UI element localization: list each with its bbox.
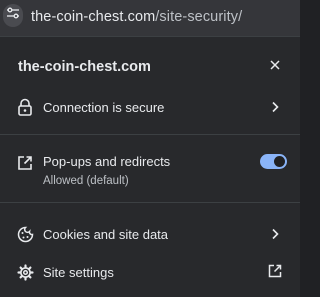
tune-icon — [6, 6, 20, 25]
connection-row[interactable]: Connection is secure — [0, 92, 300, 122]
open-in-new-icon — [268, 264, 282, 278]
popups-row[interactable]: Pop-ups and redirects Allowed (default) — [0, 145, 300, 190]
close-button[interactable] — [263, 55, 287, 79]
site-settings-row[interactable]: Site settings — [0, 257, 300, 287]
connection-label: Connection is secure — [43, 100, 165, 115]
divider — [0, 202, 300, 203]
url-path: /site-security/ — [155, 9, 243, 25]
cookies-label: Cookies and site data — [43, 227, 169, 242]
url-text[interactable]: the-coin-chest.com/site-security/ — [31, 9, 242, 25]
page-info-panel: the-coin-chest.com Connection is secure — [0, 36, 300, 297]
close-icon — [269, 58, 281, 76]
external-window-icon — [16, 154, 34, 172]
popups-status: Allowed (default) — [43, 175, 129, 187]
panel-title: the-coin-chest.com — [18, 59, 151, 75]
site-settings-label: Site settings — [43, 265, 114, 280]
popups-toggle[interactable] — [260, 154, 287, 169]
url-domain: the-coin-chest.com — [31, 9, 156, 25]
lock-icon — [16, 98, 34, 116]
gear-icon — [16, 263, 34, 281]
popups-label: Pop-ups and redirects — [43, 154, 171, 169]
chevron-right-icon — [268, 100, 282, 114]
site-info-button[interactable] — [3, 4, 23, 27]
chevron-right-icon — [268, 227, 282, 241]
toggle-knob — [274, 156, 285, 167]
cookie-icon — [16, 225, 34, 243]
cookies-row[interactable]: Cookies and site data — [0, 219, 300, 249]
address-bar[interactable]: the-coin-chest.com/site-security/ — [0, 0, 300, 36]
divider — [0, 134, 300, 135]
